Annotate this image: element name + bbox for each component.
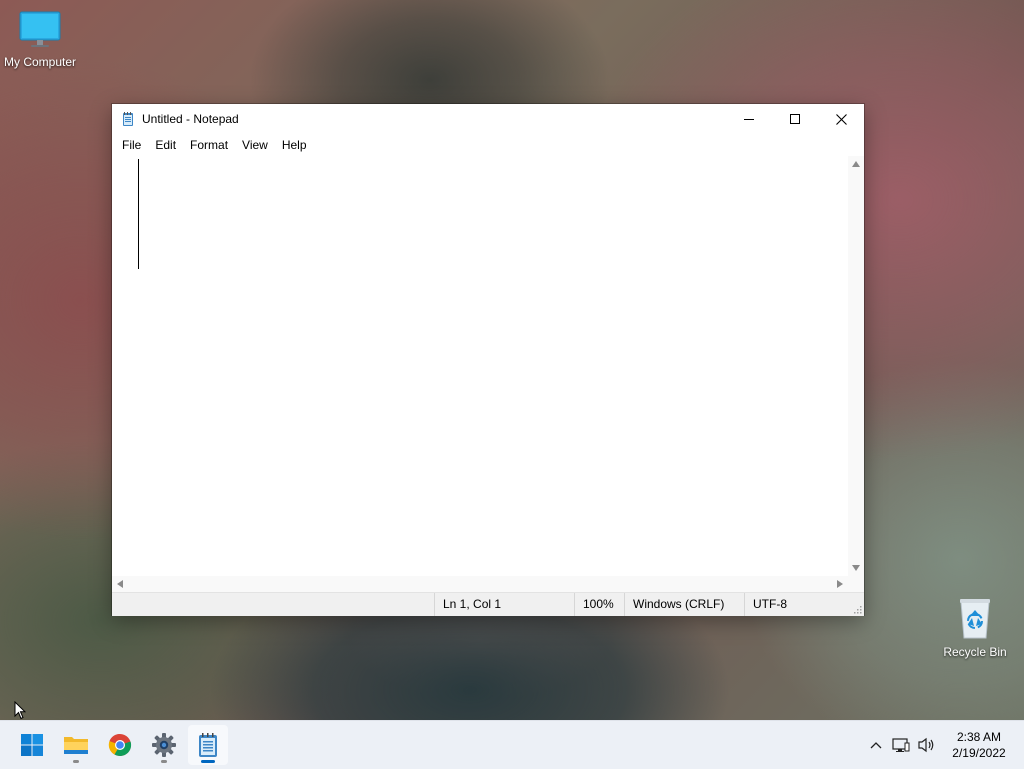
menu-format[interactable]: Format: [183, 138, 235, 152]
windows-start-icon: [21, 734, 43, 756]
desktop-icon-label: My Computer: [3, 55, 77, 69]
volume-icon: [918, 737, 934, 753]
close-button[interactable]: [818, 104, 864, 134]
clock-date: 2/19/2022: [952, 746, 1006, 760]
desktop-icon-label: Recycle Bin: [943, 645, 1007, 659]
running-indicator: [73, 760, 79, 763]
taskbar-settings[interactable]: [144, 725, 184, 765]
taskbar-chrome[interactable]: [100, 725, 140, 765]
status-encoding: UTF-8: [744, 593, 854, 616]
window-title: Untitled - Notepad: [142, 112, 239, 126]
text-editor[interactable]: [112, 156, 848, 576]
maximize-button[interactable]: [772, 104, 818, 134]
notepad-icon: [123, 112, 133, 126]
notepad-icon: [199, 733, 217, 757]
desktop-icon-my-computer[interactable]: My Computer: [0, 10, 80, 69]
desktop-icon-recycle-bin[interactable]: Recycle Bin: [935, 596, 1015, 659]
menu-file[interactable]: File: [115, 138, 148, 152]
minimize-icon: [744, 119, 754, 120]
status-zoom: 100%: [574, 593, 624, 616]
menu-view[interactable]: View: [235, 138, 275, 152]
taskbar-notepad[interactable]: [188, 725, 228, 765]
running-indicator: [161, 760, 167, 763]
start-button[interactable]: [12, 725, 52, 765]
menu-edit[interactable]: Edit: [148, 138, 183, 152]
scroll-left-arrow-icon[interactable]: [117, 580, 123, 588]
vertical-scrollbar[interactable]: [848, 156, 864, 576]
scroll-down-arrow-icon[interactable]: [852, 565, 860, 571]
resize-grip-icon[interactable]: [852, 604, 862, 614]
gear-icon: [152, 733, 176, 757]
scroll-right-arrow-icon[interactable]: [837, 580, 843, 588]
chevron-up-icon: [870, 742, 882, 749]
volume-button[interactable]: [914, 737, 940, 753]
scroll-up-arrow-icon[interactable]: [852, 161, 860, 167]
folder-icon: [64, 737, 88, 754]
close-icon: [835, 113, 847, 125]
notepad-window: Untitled - Notepad File Edit Format View…: [112, 104, 864, 616]
status-bar: Ln 1, Col 1 100% Windows (CRLF) UTF-8: [112, 592, 864, 616]
menu-bar: File Edit Format View Help: [112, 134, 864, 156]
minimize-button[interactable]: [726, 104, 772, 134]
status-position: Ln 1, Col 1: [434, 593, 574, 616]
status-line-ending: Windows (CRLF): [624, 593, 744, 616]
horizontal-scrollbar[interactable]: [112, 576, 848, 592]
scroll-corner: [848, 576, 864, 592]
chrome-icon: [108, 733, 132, 757]
taskbar-file-explorer[interactable]: [56, 725, 96, 765]
network-icon: [892, 738, 910, 752]
monitor-icon: [19, 11, 61, 47]
system-tray: [864, 721, 940, 769]
mouse-pointer-icon: [14, 701, 26, 720]
menu-help[interactable]: Help: [275, 138, 314, 152]
maximize-icon: [790, 114, 800, 124]
clock-time: 2:38 AM: [956, 730, 1002, 744]
recycle-bin-icon: [960, 599, 990, 639]
active-indicator: [201, 760, 215, 763]
text-caret: [138, 159, 139, 269]
taskbar: 2:38 AM 2/19/2022: [0, 720, 1024, 769]
network-button[interactable]: [888, 737, 914, 753]
taskbar-clock[interactable]: 2:38 AM 2/19/2022: [944, 729, 1014, 761]
show-hidden-icons-button[interactable]: [864, 741, 888, 749]
title-bar[interactable]: Untitled - Notepad: [112, 104, 864, 134]
